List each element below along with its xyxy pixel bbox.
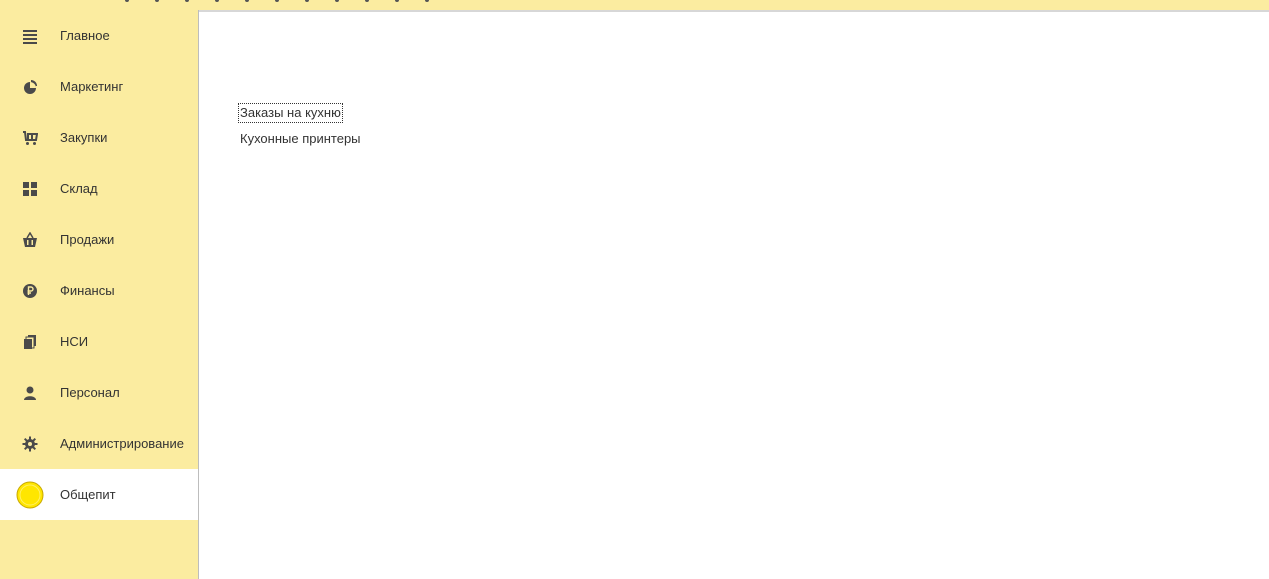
top-toolbar-strip	[0, 0, 1269, 10]
kitchen-orders-link[interactable]: Заказы на кухню	[238, 103, 343, 123]
sidebar-item-finance[interactable]: Финансы	[0, 265, 198, 316]
person-icon	[0, 367, 60, 418]
yellow-circle-icon	[0, 469, 60, 520]
sidebar-item-sales[interactable]: Продажи	[0, 214, 198, 265]
sidebar-item-label: Финансы	[60, 283, 115, 298]
sidebar-item-label: Главное	[60, 28, 110, 43]
kitchen-printers-link[interactable]: Кухонные принтеры	[239, 130, 362, 148]
gear-icon	[0, 418, 60, 469]
sidebar-item-label: Закупки	[60, 130, 108, 145]
sidebar-item-label: Администрирование	[60, 436, 184, 451]
sidebar-item-label: НСИ	[60, 334, 89, 349]
ruble-icon	[0, 265, 60, 316]
sidebar-item-catering[interactable]: Общепит	[0, 469, 198, 520]
sidebar-item-label: Склад	[60, 181, 98, 196]
basket-icon	[0, 214, 60, 265]
sidebar-item-warehouse[interactable]: Склад	[0, 163, 198, 214]
cart-icon	[0, 112, 60, 163]
section-links: Заказы на кухню Кухонные принтеры	[238, 103, 362, 156]
sidebar-item-label: Продажи	[60, 232, 115, 247]
sidebar-item-label: Общепит	[60, 487, 116, 502]
grid-icon	[0, 163, 60, 214]
sidebar-item-marketing[interactable]: Маркетинг	[0, 61, 198, 112]
sidebar-item-label: Маркетинг	[60, 79, 124, 94]
sections-sidebar: Главное Маркетинг Закупки Склад Продажи …	[0, 10, 199, 579]
sidebar-item-nsi[interactable]: НСИ	[0, 316, 198, 367]
toolbar-cutoff-glyphs	[125, 0, 485, 2]
sidebar-item-purchases[interactable]: Закупки	[0, 112, 198, 163]
sidebar-item-personnel[interactable]: Персонал	[0, 367, 198, 418]
sidebar-item-main[interactable]: Главное	[0, 10, 198, 61]
menu-lines-icon	[0, 10, 60, 61]
pie-chart-icon	[0, 61, 60, 112]
sidebar-item-label: Персонал	[60, 385, 120, 400]
sidebar-item-administration[interactable]: Администрирование	[0, 418, 198, 469]
section-content-panel: Заказы на кухню Кухонные принтеры	[199, 10, 1269, 579]
documents-icon	[0, 316, 60, 367]
